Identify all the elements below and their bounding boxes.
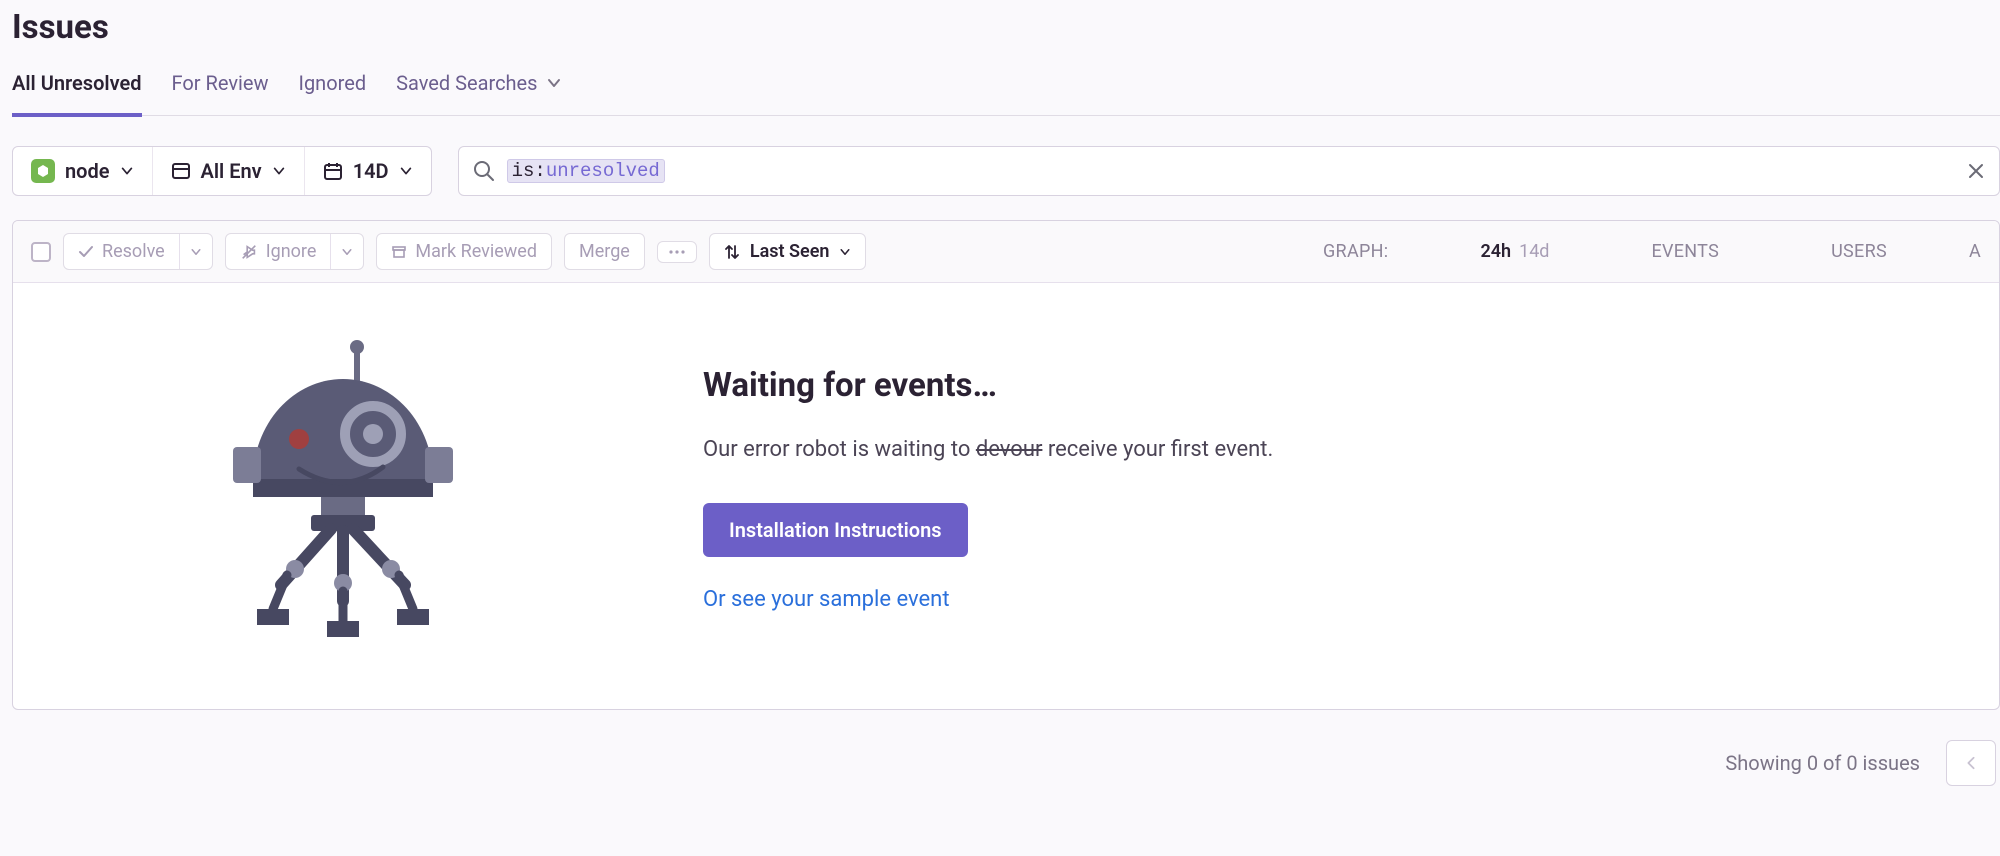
search-token-value: unresolved bbox=[546, 160, 660, 182]
period-selector-label: 14D bbox=[353, 159, 389, 183]
graph-range-14d[interactable]: 14d bbox=[1519, 241, 1549, 262]
search-token-key: is: bbox=[512, 160, 546, 182]
chevron-down-icon bbox=[399, 164, 413, 178]
env-selector[interactable]: All Env bbox=[153, 147, 305, 195]
empty-state-text: Waiting for events… Our error robot is w… bbox=[703, 366, 1273, 612]
tab-all-unresolved[interactable]: All Unresolved bbox=[12, 71, 142, 117]
window-icon bbox=[171, 161, 191, 181]
empty-state-title: Waiting for events… bbox=[703, 366, 1273, 405]
search-token[interactable]: is:unresolved bbox=[507, 159, 665, 183]
merge-button-label: Merge bbox=[579, 241, 630, 262]
more-actions-button[interactable] bbox=[658, 242, 696, 262]
ellipsis-icon bbox=[668, 249, 686, 255]
column-graph-label: GRAPH: bbox=[1323, 241, 1388, 262]
tab-for-review[interactable]: For Review bbox=[172, 71, 269, 117]
robot-icon bbox=[203, 339, 463, 639]
issues-table-header: Resolve Ignore Mark Reviewed bbox=[13, 221, 1999, 283]
check-icon bbox=[78, 244, 94, 260]
select-all-checkbox[interactable] bbox=[31, 242, 51, 262]
sort-icon bbox=[724, 244, 740, 260]
column-users-label: USERS bbox=[1831, 241, 1887, 262]
clear-search-button[interactable] bbox=[1967, 162, 1985, 180]
tabs: All Unresolved For Review Ignored Saved … bbox=[12, 69, 2000, 116]
merge-button-group: Merge bbox=[564, 233, 645, 270]
issues-panel: Resolve Ignore Mark Reviewed bbox=[12, 220, 2000, 710]
chevron-down-icon bbox=[341, 246, 353, 258]
filter-bar: node All Env 14D is:unresolved bbox=[12, 146, 2000, 196]
ignore-button-group: Ignore bbox=[225, 233, 365, 270]
footer: Showing 0 of 0 issues bbox=[12, 740, 2000, 786]
project-selector[interactable]: node bbox=[13, 147, 153, 195]
archive-icon bbox=[391, 244, 407, 260]
env-selector-label: All Env bbox=[201, 159, 262, 183]
column-events-label: EVENTS bbox=[1651, 241, 1719, 262]
chevron-down-icon bbox=[190, 246, 202, 258]
context-filter-group: node All Env 14D bbox=[12, 146, 432, 196]
chevron-down-icon bbox=[120, 164, 134, 178]
sample-event-link[interactable]: Or see your sample event bbox=[703, 587, 1273, 612]
resolve-button-group: Resolve bbox=[63, 233, 213, 270]
mark-reviewed-label: Mark Reviewed bbox=[415, 241, 537, 262]
showing-count: Showing 0 of 0 issues bbox=[1725, 751, 1920, 775]
tab-saved-searches-label: Saved Searches bbox=[396, 71, 537, 95]
close-icon bbox=[1967, 162, 1985, 180]
tab-ignored[interactable]: Ignored bbox=[299, 71, 367, 117]
tab-saved-searches[interactable]: Saved Searches bbox=[396, 71, 561, 117]
chevron-left-icon bbox=[1964, 756, 1978, 770]
empty-state: Waiting for events… Our error robot is w… bbox=[13, 283, 1999, 709]
mark-reviewed-button[interactable]: Mark Reviewed bbox=[377, 234, 551, 269]
chevron-down-icon bbox=[546, 75, 562, 91]
merge-button[interactable]: Merge bbox=[565, 234, 644, 269]
search-input[interactable]: is:unresolved bbox=[458, 146, 2000, 196]
ignore-button-label: Ignore bbox=[266, 241, 317, 262]
resolve-button-label: Resolve bbox=[102, 241, 165, 262]
ignore-dropdown[interactable] bbox=[331, 234, 363, 269]
pagination-prev[interactable] bbox=[1946, 740, 1996, 786]
calendar-icon bbox=[323, 161, 343, 181]
robot-illustration bbox=[53, 339, 613, 639]
mark-reviewed-button-group: Mark Reviewed bbox=[376, 233, 552, 270]
chevron-down-icon bbox=[272, 164, 286, 178]
ignore-button[interactable]: Ignore bbox=[226, 234, 332, 269]
more-actions-group bbox=[657, 241, 697, 263]
sort-selector[interactable]: Last Seen bbox=[709, 233, 867, 270]
period-selector[interactable]: 14D bbox=[305, 147, 431, 195]
resolve-button[interactable]: Resolve bbox=[64, 234, 180, 269]
chevron-down-icon bbox=[839, 246, 851, 258]
node-icon bbox=[31, 159, 55, 183]
empty-state-description: Our error robot is waiting to devour rec… bbox=[703, 433, 1273, 467]
installation-instructions-button[interactable]: Installation Instructions bbox=[703, 503, 968, 557]
mute-icon bbox=[240, 243, 258, 261]
search-icon bbox=[473, 160, 495, 182]
graph-range-toggle: 24h 14d bbox=[1480, 241, 1549, 262]
column-assign-label: A bbox=[1969, 241, 1981, 262]
graph-range-24h[interactable]: 24h bbox=[1480, 241, 1511, 262]
project-selector-label: node bbox=[65, 159, 110, 183]
sort-selector-label: Last Seen bbox=[750, 241, 830, 262]
resolve-dropdown[interactable] bbox=[180, 234, 212, 269]
page-title: Issues bbox=[12, 8, 2000, 47]
